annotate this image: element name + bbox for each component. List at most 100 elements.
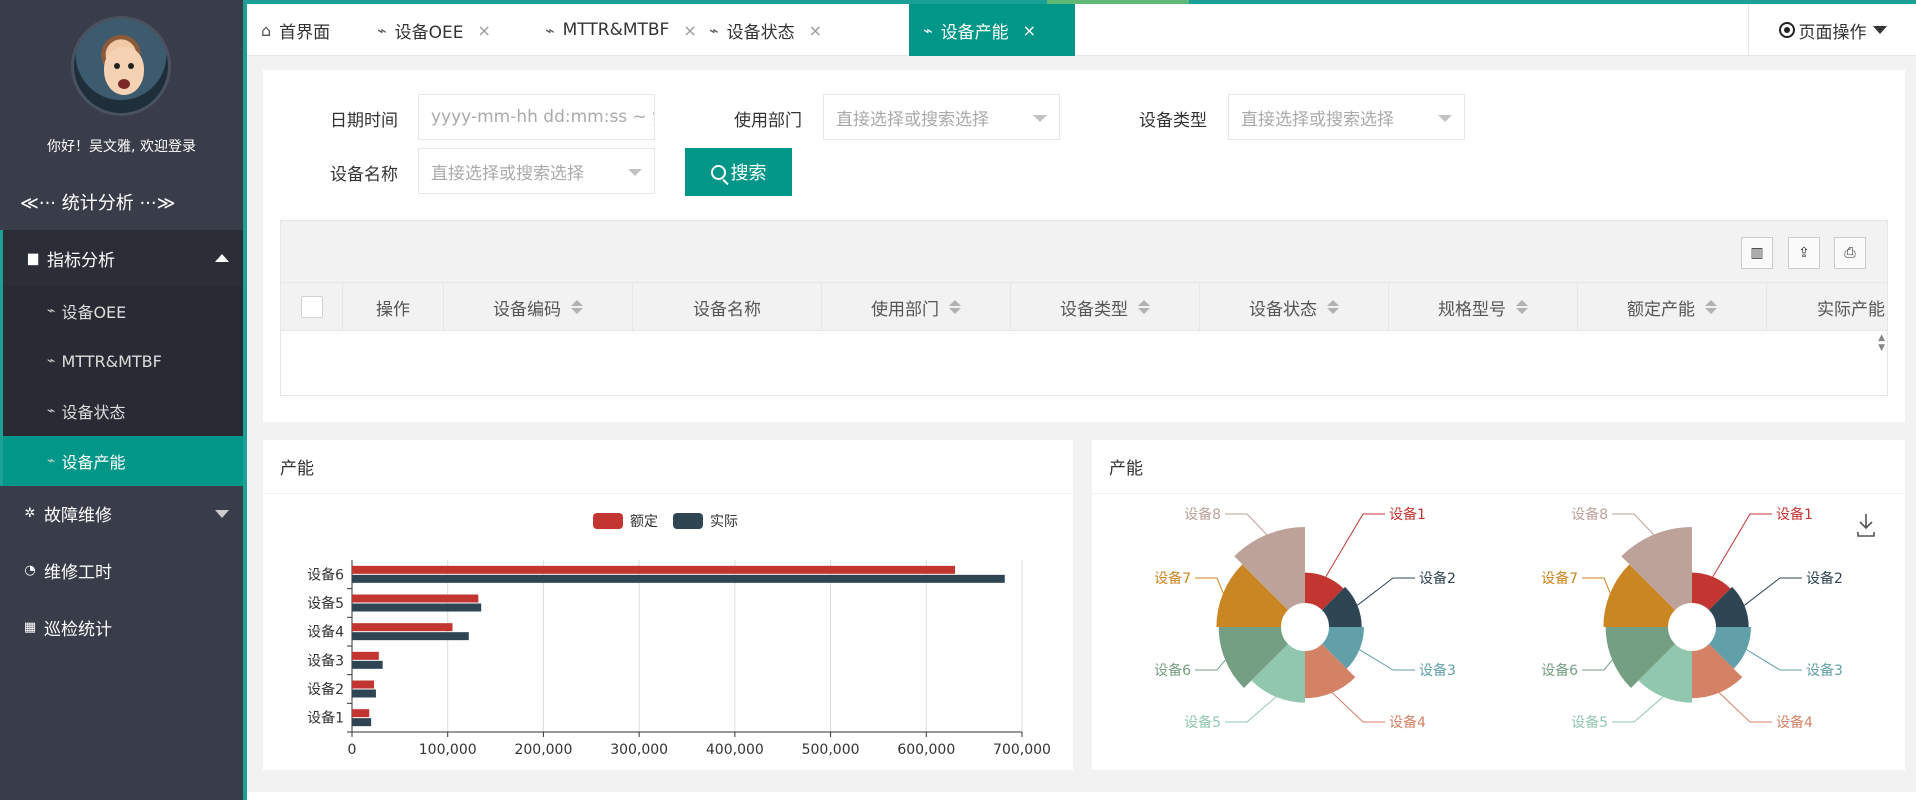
sidebar-item-capacity[interactable]: ⌁ 设备产能 xyxy=(3,436,243,486)
bar-actual xyxy=(352,574,1005,583)
rose-chart: 设备1 设备2 设备3 设备4 设备5 设备6 设备7 设备8 xyxy=(1154,506,1456,731)
select-all-checkbox[interactable] xyxy=(300,296,323,318)
dept-label: 使用部门 xyxy=(734,111,802,131)
sidebar-item-status[interactable]: ⌁ 设备状态 xyxy=(3,386,243,436)
caret-down-icon xyxy=(215,510,229,518)
label-line xyxy=(1195,659,1226,671)
columns-icon[interactable]: ▥ xyxy=(1741,237,1773,269)
sidebar-item-label: 设备产能 xyxy=(61,453,126,472)
sort-icon[interactable] xyxy=(1327,300,1339,314)
sidebar-item-guzhang[interactable]: ✲ 故障维修 xyxy=(0,488,243,538)
date-range-input[interactable]: yyyy-mm-hh dd:mm:ss ~ yyyy-mm-hh dd:mm:s… xyxy=(418,94,655,140)
name-select[interactable]: 直接选择或搜索选择 xyxy=(418,148,655,194)
slice-label: 设备3 xyxy=(1419,662,1456,679)
y-tick-label: 设备2 xyxy=(307,681,344,698)
grid-icon: ▦ xyxy=(23,619,37,635)
avatar[interactable] xyxy=(71,16,171,116)
col-header-spec[interactable]: 规格型号 xyxy=(1389,283,1578,331)
label-line xyxy=(1331,692,1385,723)
download-icon-path xyxy=(1857,514,1875,537)
tab-capacity[interactable]: ⌁ 设备产能 × xyxy=(909,4,1075,56)
avatar-mouth xyxy=(118,79,130,89)
slice-label: 设备5 xyxy=(1184,714,1221,731)
bar-planned xyxy=(352,594,479,603)
sidebar-item-label: MTTR&MTBF xyxy=(61,351,162,371)
tab-home[interactable]: ⌂ 首界面 xyxy=(247,4,363,56)
x-tick-label: 400,000 xyxy=(706,742,764,758)
y-tick-label: 设备4 xyxy=(307,624,344,641)
tab-mttr[interactable]: ⌁ MTTR&MTBF × xyxy=(531,4,697,56)
col-header-label: 设备类型 xyxy=(1060,299,1128,320)
close-icon[interactable]: × xyxy=(809,21,822,40)
bar-actual xyxy=(352,689,376,698)
label-line xyxy=(1195,577,1224,594)
legend-label: 实际 xyxy=(710,514,738,530)
col-header-type[interactable]: 设备类型 xyxy=(1011,283,1200,331)
col-header-actual[interactable]: 实际产能 xyxy=(1767,283,1887,331)
export-icon[interactable]: ⇪ xyxy=(1788,237,1820,269)
col-header-code[interactable]: 设备编码 xyxy=(444,283,633,331)
pulse-icon: ⌁ xyxy=(377,20,387,40)
name-placeholder: 直接选择或搜索选择 xyxy=(431,163,584,184)
slice-label: 设备6 xyxy=(1154,662,1191,679)
tab-oee[interactable]: ⌁ 设备OEE × xyxy=(363,4,527,56)
dept-select[interactable]: 直接选择或搜索选择 xyxy=(823,94,1060,140)
rose-hole xyxy=(1670,605,1714,649)
scroll-arrow-icon[interactable]: ▲ ▼ xyxy=(1878,333,1885,353)
col-header-status[interactable]: 设备状态 xyxy=(1200,283,1389,331)
search-button-label: 搜索 xyxy=(730,163,767,183)
bar-planned xyxy=(352,680,375,689)
sidebar-item-oee[interactable]: ⌁ 设备OEE xyxy=(3,286,243,336)
sidebar-item-xunjian[interactable]: ▦ 巡检统计 xyxy=(0,602,243,652)
sort-icon[interactable] xyxy=(571,300,583,314)
sort-icon[interactable] xyxy=(1516,300,1528,314)
y-tick-label: 设备3 xyxy=(307,652,344,669)
slice-label: 设备5 xyxy=(1571,714,1608,731)
slice-label: 设备7 xyxy=(1541,570,1578,587)
label-line xyxy=(1712,513,1772,577)
data-table: ▥ ⇪ ⎙ 操作 设备编码 设备名称 使用部门 设备类型 设备状态 规格型号 额… xyxy=(280,220,1888,396)
table-header: 操作 设备编码 设备名称 使用部门 设备类型 设备状态 规格型号 额定产能 实际… xyxy=(281,283,1887,331)
close-icon[interactable]: × xyxy=(1023,21,1036,40)
tab-label: 设备状态 xyxy=(726,22,795,43)
dropdown-arrow-icon xyxy=(1438,115,1452,122)
tab-label: 首界面 xyxy=(279,22,331,43)
welcome-text: 你好！吴文雅, 欢迎登录 xyxy=(47,139,196,155)
close-icon[interactable]: × xyxy=(478,21,491,40)
slice-label: 设备8 xyxy=(1184,506,1221,523)
tab-status[interactable]: ⌁ 设备状态 × xyxy=(695,4,859,56)
y-tick-label: 设备6 xyxy=(307,566,344,583)
x-tick-label: 600,000 xyxy=(897,742,955,758)
label-line xyxy=(1582,659,1613,671)
sort-icon[interactable] xyxy=(949,300,961,314)
page-ops-button[interactable]: 页面操作 xyxy=(1748,4,1916,56)
slice-label: 设备4 xyxy=(1776,714,1813,731)
sidebar-item-label: 故障维修 xyxy=(44,505,112,526)
sort-icon[interactable] xyxy=(1138,300,1150,314)
chart-legend: 额定 实际 xyxy=(593,513,738,530)
caret-up-icon xyxy=(215,254,229,262)
pulse-icon: ⌁ xyxy=(709,20,719,40)
download-icon xyxy=(1857,514,1875,537)
label-line xyxy=(1718,692,1772,723)
sidebar-item-zhibiao[interactable]: ▆ 指标分析 xyxy=(0,230,243,286)
label-line xyxy=(1359,649,1415,671)
col-header-rated[interactable]: 额定产能 xyxy=(1578,283,1767,331)
col-header-dept[interactable]: 使用部门 xyxy=(822,283,1011,331)
legend-swatch xyxy=(593,513,623,529)
monitor-icon: ▆ xyxy=(28,250,38,266)
search-button[interactable]: 搜索 xyxy=(685,148,792,196)
sidebar-item-weixiu[interactable]: ◔ 维修工时 xyxy=(0,545,243,595)
tab-bar: ⌂ 首界面 ⌁ 设备OEE × ⌁ MTTR&MTBF × ⌁ 设备状态 × ⌁… xyxy=(247,0,1916,56)
sort-icon[interactable] xyxy=(1705,300,1717,314)
bar-planned xyxy=(352,565,955,574)
col-header-label: 设备编码 xyxy=(493,299,561,320)
dept-placeholder: 直接选择或搜索选择 xyxy=(836,109,989,130)
bottom-panel-edge xyxy=(247,792,1916,800)
label-line xyxy=(1744,577,1802,606)
print-icon[interactable]: ⎙ xyxy=(1834,237,1866,269)
type-select[interactable]: 直接选择或搜索选择 xyxy=(1228,94,1465,140)
slice-label: 设备7 xyxy=(1154,570,1191,587)
legend-label: 额定 xyxy=(630,514,658,530)
sidebar-item-mttr[interactable]: ⌁ MTTR&MTBF xyxy=(3,336,243,386)
